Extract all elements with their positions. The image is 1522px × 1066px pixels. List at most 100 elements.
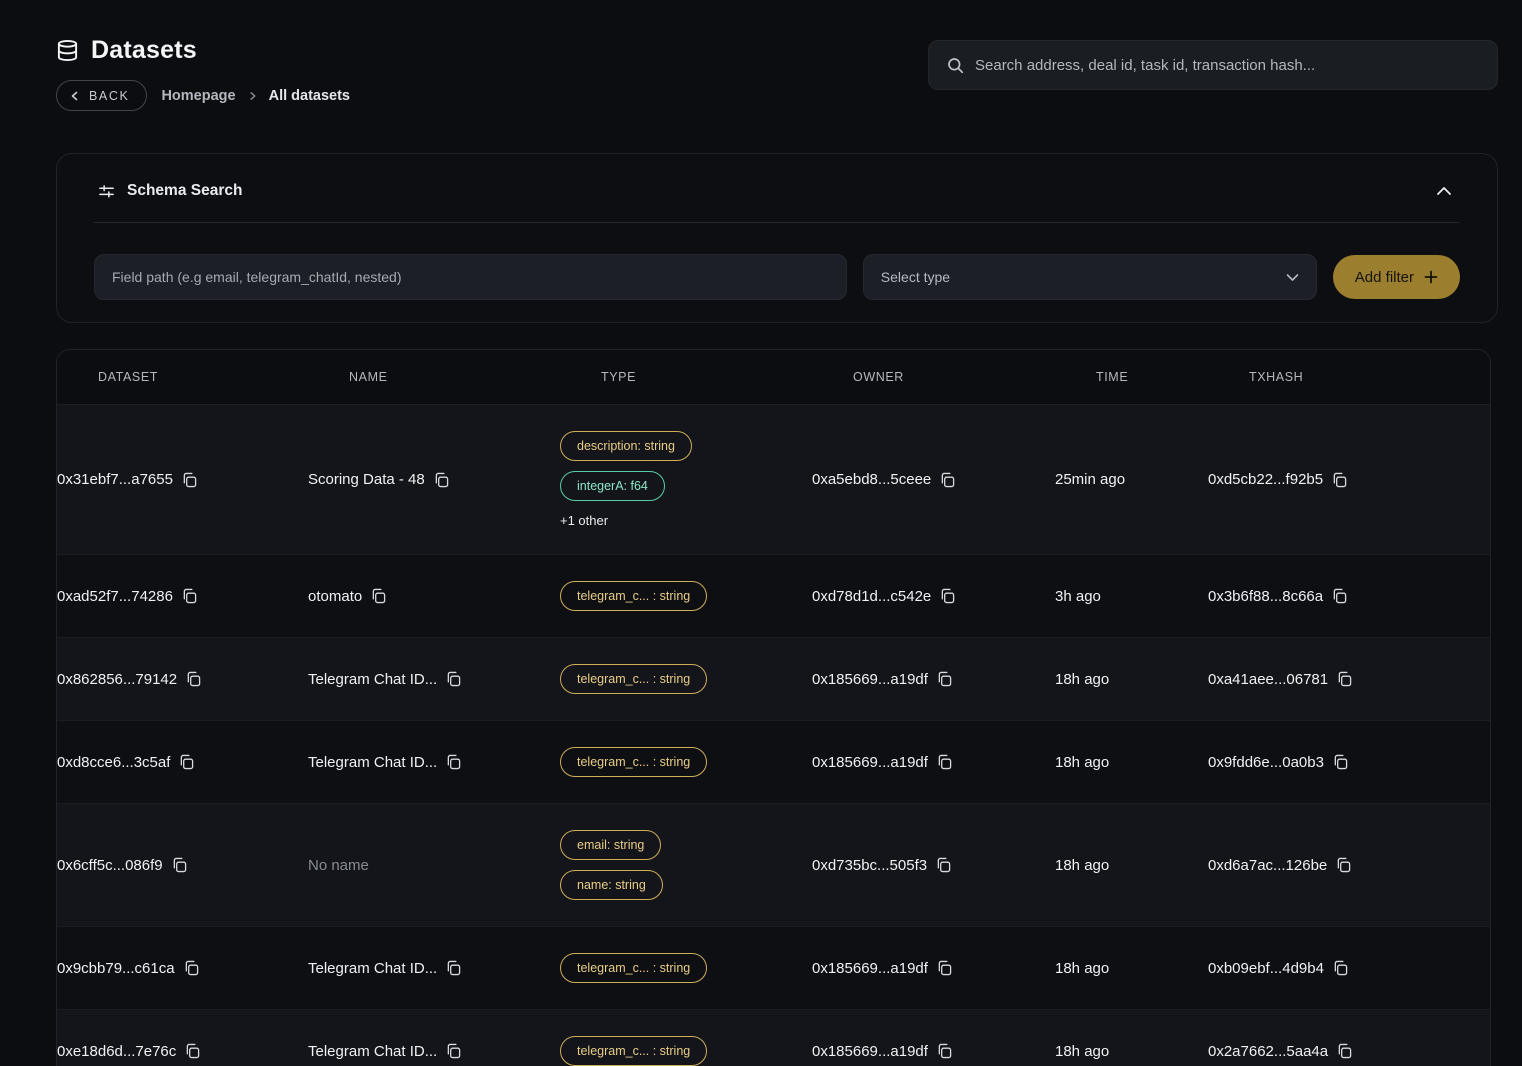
type-cell: email: stringname: string	[560, 830, 812, 900]
txhash-cell: 0xd6a7ac...126be	[1208, 857, 1490, 874]
collapse-panel-button[interactable]	[1432, 181, 1456, 201]
copy-icon[interactable]	[184, 960, 199, 976]
copy-icon[interactable]	[1337, 1043, 1352, 1059]
dataset-cell: 0xad52f7...74286	[57, 588, 308, 605]
table-row[interactable]: 0x31ebf7...a7655Scoring Data - 48descrip…	[57, 405, 1490, 555]
name-cell: Scoring Data - 48	[308, 471, 560, 488]
owner-cell: 0x185669...a19df	[812, 960, 1055, 977]
dataset-value: 0x6cff5c...086f9	[57, 857, 163, 874]
copy-icon[interactable]	[937, 754, 952, 770]
name-value: No name	[308, 857, 369, 874]
copy-icon[interactable]	[1333, 960, 1348, 976]
table-header-row: DATASET NAME TYPE OWNER TIME TXHASH	[57, 350, 1490, 405]
name-cell: Telegram Chat ID...	[308, 1043, 560, 1060]
search-input[interactable]	[975, 57, 1479, 74]
type-select[interactable]: Select type	[863, 254, 1317, 300]
copy-icon[interactable]	[937, 671, 952, 687]
global-search[interactable]	[928, 40, 1498, 90]
time-value: 3h ago	[1055, 588, 1101, 605]
column-header-time: TIME	[1096, 370, 1249, 384]
search-icon	[947, 57, 964, 74]
copy-icon[interactable]	[182, 588, 197, 604]
table-row[interactable]: 0x9cbb79...c61caTelegram Chat ID... teleg…	[57, 927, 1490, 1010]
plus-icon	[1424, 270, 1438, 284]
dataset-cell: 0x6cff5c...086f9	[57, 857, 308, 874]
copy-icon[interactable]	[940, 472, 955, 488]
table-row[interactable]: 0xad52f7...74286otomatotelegram_c... : s…	[57, 555, 1490, 638]
datasets-table: DATASET NAME TYPE OWNER TIME TXHASH 0x31…	[56, 349, 1491, 1066]
name-cell: No name	[308, 857, 560, 874]
time-value: 25min ago	[1055, 471, 1125, 488]
time-value: 18h ago	[1055, 857, 1109, 874]
field-path-input[interactable]	[94, 254, 847, 300]
table-row[interactable]: 0xd8cce6...3c5afTelegram Chat ID...teleg…	[57, 721, 1490, 804]
type-select-value: Select type	[881, 269, 950, 285]
type-cell: telegram_c... : string	[560, 581, 812, 611]
copy-icon[interactable]	[940, 588, 955, 604]
column-header-type: TYPE	[601, 370, 853, 384]
txhash-cell: 0x3b6f88...8c66a	[1208, 588, 1490, 605]
database-icon	[56, 39, 79, 62]
copy-icon[interactable]	[446, 1043, 461, 1059]
copy-icon[interactable]	[186, 671, 201, 687]
time-cell: 18h ago	[1055, 671, 1208, 688]
chevron-up-icon	[1436, 185, 1452, 197]
type-cell: telegram_c... : string	[560, 664, 812, 694]
time-cell: 25min ago	[1055, 471, 1208, 488]
copy-icon[interactable]	[371, 588, 386, 604]
schema-search-panel: Schema Search Select type Add filter	[56, 153, 1498, 323]
copy-icon[interactable]	[937, 1043, 952, 1059]
copy-icon[interactable]	[936, 857, 951, 873]
copy-icon[interactable]	[446, 754, 461, 770]
page-title: Datasets	[91, 36, 197, 65]
panel-divider	[94, 222, 1460, 223]
name-cell: otomato	[308, 588, 560, 605]
dataset-cell: 0xd8cce6...3c5af	[57, 754, 308, 771]
copy-icon[interactable]	[1337, 671, 1352, 687]
copy-icon[interactable]	[172, 857, 187, 873]
copy-icon[interactable]	[434, 472, 449, 488]
txhash-cell: 0xd5cb22...f92b5	[1208, 471, 1490, 488]
copy-icon[interactable]	[446, 671, 461, 687]
owner-value: 0x185669...a19df	[812, 960, 928, 977]
dataset-cell: 0xe18d6d...7e76c	[57, 1043, 308, 1060]
back-button[interactable]: BACK	[56, 80, 147, 111]
owner-cell: 0xa5ebd8...5ceee	[812, 471, 1055, 488]
dataset-cell: 0x862856...79142	[57, 671, 308, 688]
table-row[interactable]: 0xe18d6d...7e76cTelegram Chat ID...teleg…	[57, 1010, 1490, 1066]
copy-icon[interactable]	[446, 960, 461, 976]
name-cell: Telegram Chat ID...	[308, 671, 560, 688]
table-row[interactable]: 0x6cff5c...086f9 No name email: stringname…	[57, 804, 1490, 927]
copy-icon[interactable]	[937, 960, 952, 976]
add-filter-button[interactable]: Add filter	[1333, 255, 1460, 299]
owner-value: 0x185669...a19df	[812, 1043, 928, 1060]
type-badge: telegram_c... : string	[560, 747, 707, 777]
copy-icon[interactable]	[179, 754, 194, 770]
name-value: Telegram Chat ID...	[308, 960, 437, 977]
time-value: 18h ago	[1055, 1043, 1109, 1060]
type-badge: telegram_c... : string	[560, 953, 707, 983]
name-cell: Telegram Chat ID...	[308, 960, 560, 977]
name-cell: Telegram Chat ID...	[308, 754, 560, 771]
txhash-cell: 0xb09ebf...4d9b4	[1208, 960, 1490, 977]
owner-cell: 0xd735bc...505f3	[812, 857, 1055, 874]
table-row[interactable]: 0x862856...79142Telegram Chat ID...teleg…	[57, 638, 1490, 721]
copy-icon[interactable]	[1336, 857, 1351, 873]
breadcrumb-homepage[interactable]: Homepage	[161, 88, 235, 104]
column-header-txhash: TXHASH	[1249, 370, 1490, 384]
type-badge: telegram_c... : string	[560, 1036, 707, 1066]
txhash-cell: 0x9fdd6e...0a0b3	[1208, 754, 1490, 771]
owner-value: 0x185669...a19df	[812, 671, 928, 688]
time-value: 18h ago	[1055, 754, 1109, 771]
chevron-right-icon	[248, 91, 257, 101]
copy-icon[interactable]	[185, 1043, 200, 1059]
dataset-cell: 0x9cbb79...c61ca	[57, 960, 308, 977]
copy-icon[interactable]	[1332, 588, 1347, 604]
copy-icon[interactable]	[1332, 472, 1347, 488]
owner-value: 0x185669...a19df	[812, 754, 928, 771]
txhash-cell: 0x2a7662...5aa4a	[1208, 1043, 1490, 1060]
copy-icon[interactable]	[182, 472, 197, 488]
schema-search-title: Schema Search	[127, 182, 242, 200]
copy-icon[interactable]	[1333, 754, 1348, 770]
txhash-value: 0xa41aee...06781	[1208, 671, 1328, 688]
